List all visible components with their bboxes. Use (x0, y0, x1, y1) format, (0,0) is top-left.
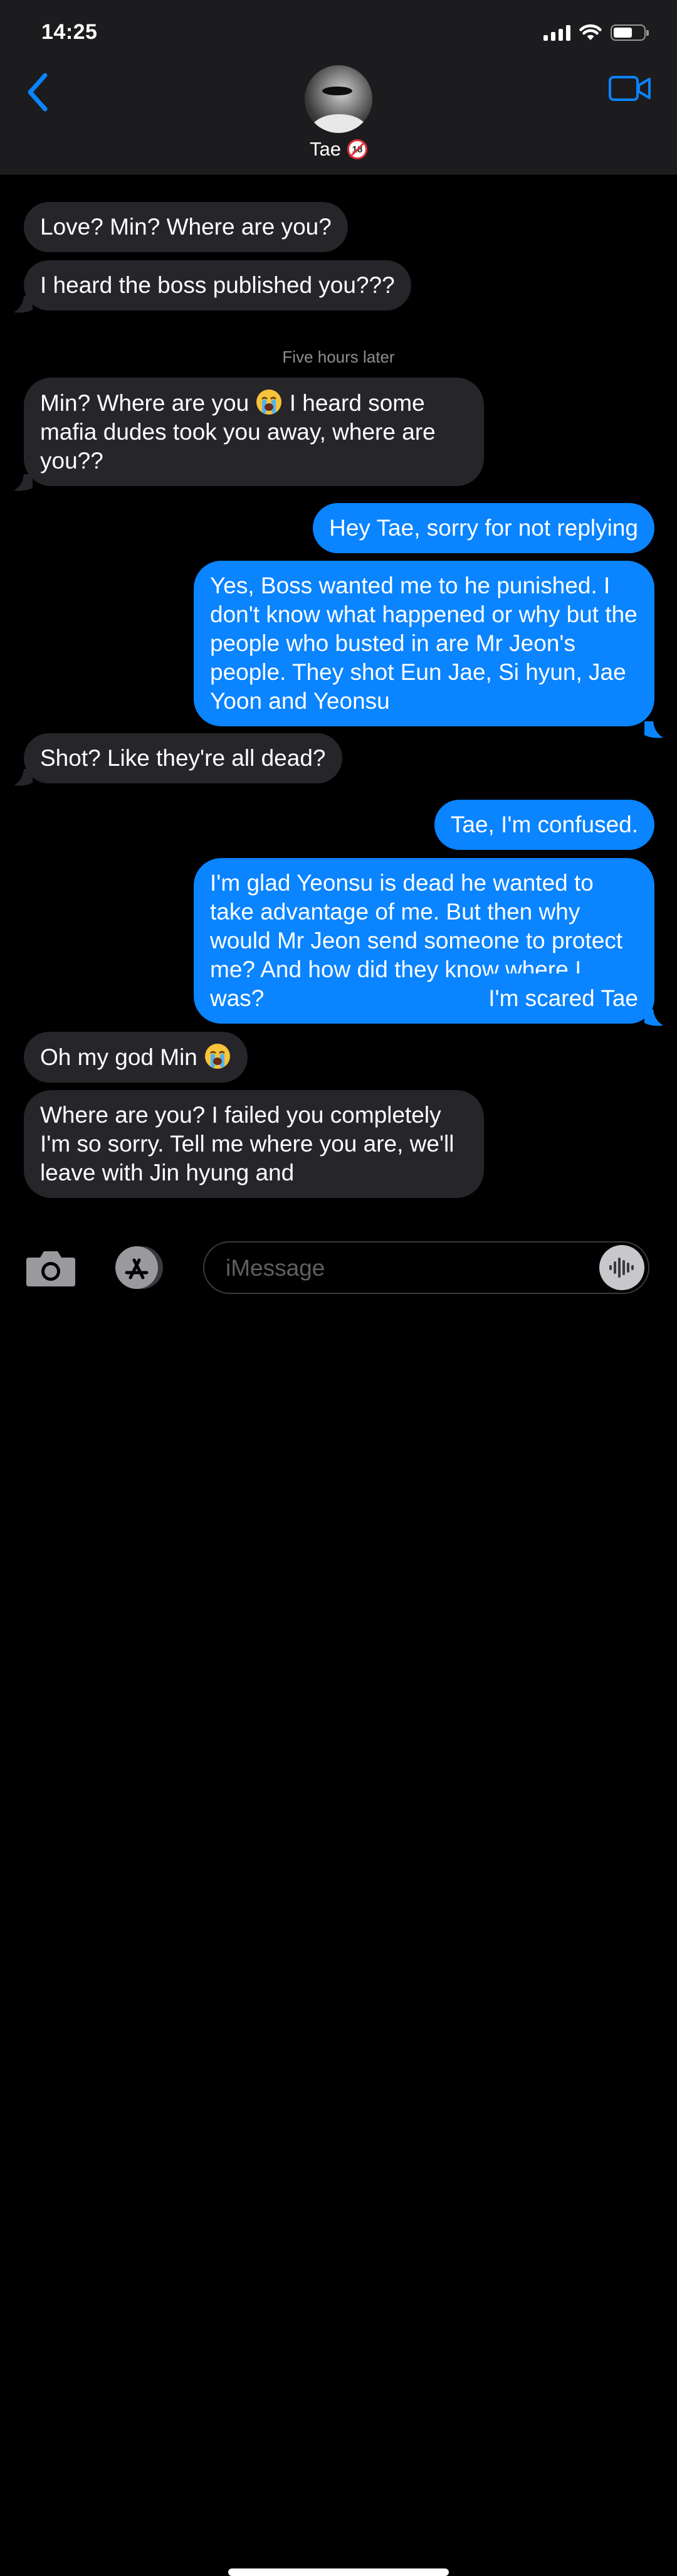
contact-info-button[interactable]: Tae 18 (0, 65, 677, 161)
contact-name: Tae (310, 138, 341, 160)
bubble-tail (14, 474, 33, 491)
incoming-message[interactable]: Min? Where are you I heard some mafia du… (24, 378, 484, 486)
battery-icon (611, 24, 649, 41)
incoming-message[interactable]: I heard the boss published you??? (24, 260, 411, 310)
bubble-tail (14, 296, 33, 313)
camera-button[interactable] (25, 1249, 76, 1288)
audio-waveform-icon (609, 1258, 634, 1278)
outgoing-message[interactable]: Tae, I'm confused. (434, 800, 654, 850)
contact-name-row: Tae 18 (310, 138, 367, 161)
timestamp-separator: Five hours later (282, 347, 395, 366)
status-time: 14:25 (41, 20, 98, 44)
audio-message-button[interactable] (599, 1245, 644, 1290)
compose-bar: iMessage (0, 1230, 677, 2576)
bubble-tail (14, 769, 33, 786)
app-store-icon (115, 1246, 163, 1289)
avatar (305, 65, 372, 133)
incoming-message[interactable]: Where are you? I failed you completely I… (24, 1090, 484, 1198)
bubble-tail (644, 1009, 663, 1026)
conversation-header: 14:25 Tae 18 (0, 0, 677, 174)
camera-icon (26, 1251, 75, 1286)
outgoing-message[interactable]: Yes, Boss wanted me to he punished. I do… (194, 561, 654, 726)
signal-icon (543, 24, 570, 41)
outgoing-message[interactable]: I'm scared Tae (472, 973, 654, 1024)
video-call-button[interactable] (608, 74, 652, 103)
home-indicator[interactable] (228, 2568, 449, 2576)
video-camera-icon (609, 76, 651, 101)
imessage-placeholder: iMessage (226, 1255, 325, 1281)
wifi-icon (579, 24, 602, 40)
incoming-message[interactable]: Oh my god Min (24, 1032, 248, 1083)
loudly-crying-face-icon (256, 390, 282, 415)
status-icons (543, 24, 649, 41)
no-under-18-icon: 18 (347, 139, 367, 159)
app-store-button[interactable] (112, 1245, 169, 1290)
message-thread[interactable]: Love? Min? Where are you? I heard the bo… (0, 174, 677, 1230)
loudly-crying-face-icon (205, 1044, 231, 1069)
bubble-tail (644, 721, 663, 738)
imessage-input[interactable]: iMessage (203, 1241, 649, 1294)
incoming-message[interactable]: Love? Min? Where are you? (24, 202, 348, 252)
outgoing-message[interactable]: Hey Tae, sorry for not replying (313, 503, 654, 553)
incoming-message[interactable]: Shot? Like they're all dead? (24, 733, 342, 783)
